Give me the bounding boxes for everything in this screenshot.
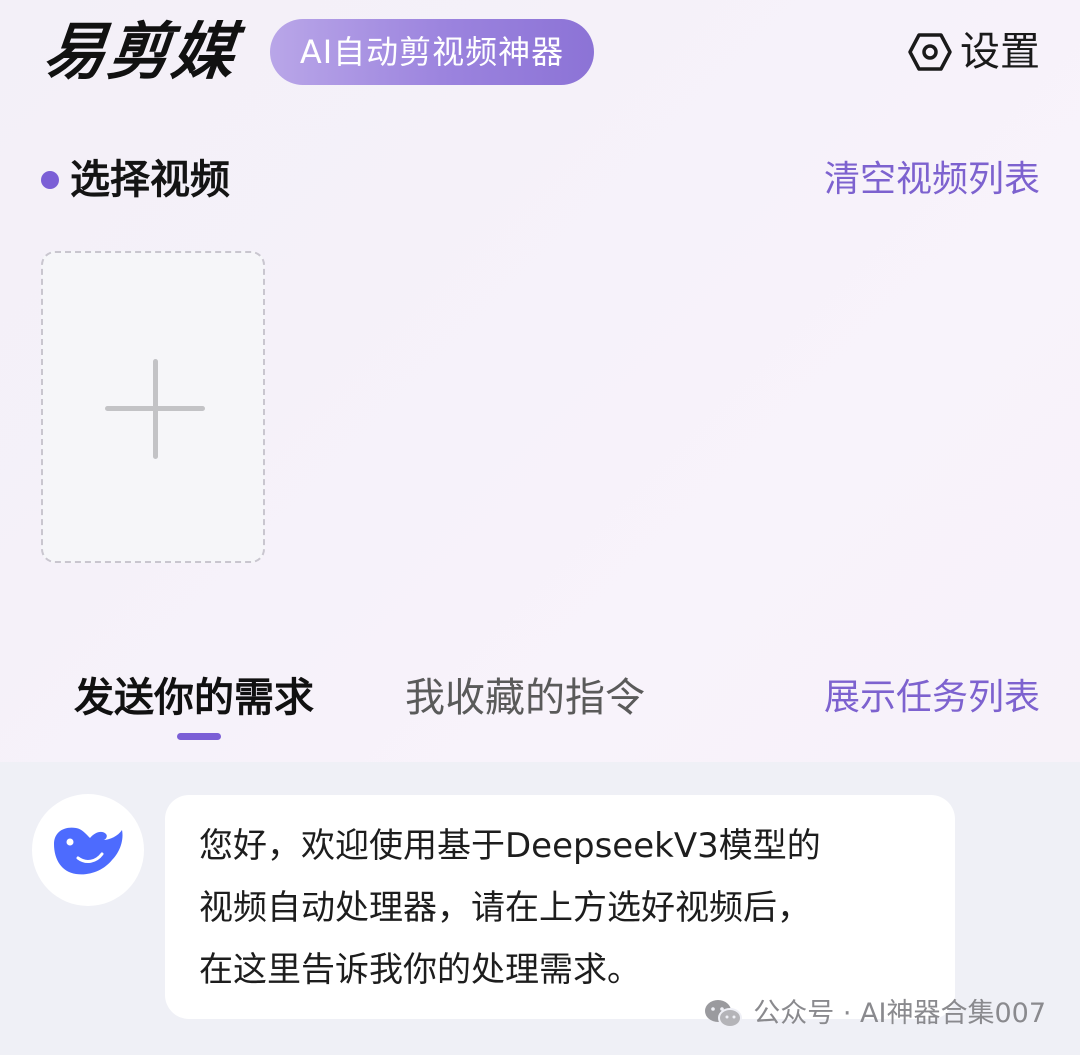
section-title: 选择视频 [70,157,230,203]
settings-button[interactable]: 设置 [908,22,1040,82]
tab-bar: 发送你的需求 我收藏的指令 展示任务列表 [0,666,1080,762]
app-screen: 易剪媒 AI自动剪视频神器 设置 选择视频 清空视频列表 发送你的需求 我收藏的… [0,0,1080,1055]
message-line: 您好，欢迎使用基于DeepseekV3模型的 [199,826,821,866]
select-video-header: 选择视频 清空视频列表 [0,148,1080,212]
wechat-icon [705,1000,743,1028]
watermark: 公众号 · AI神器合集007 [703,994,1046,1034]
tab-send-request[interactable]: 发送你的需求 [74,666,314,730]
chat-area: 您好，欢迎使用基于DeepseekV3模型的 视频自动处理器，请在上方选好视频后… [0,762,1080,1055]
avatar [32,794,144,906]
app-logo: 易剪媒 [40,15,240,88]
clear-video-list-link[interactable]: 清空视频列表 [824,148,1040,212]
plus-icon-horizontal [105,406,205,411]
header: 易剪媒 AI自动剪视频神器 设置 [0,0,1080,110]
settings-hexagon-icon [908,33,952,71]
assistant-message-bubble: 您好，欢迎使用基于DeepseekV3模型的 视频自动处理器，请在上方选好视频后… [165,795,955,1019]
message-line: 视频自动处理器，请在上方选好视频后， [199,888,811,928]
deepseek-whale-icon [54,827,123,875]
settings-label: 设置 [960,29,1040,75]
tagline-badge: AI自动剪视频神器 [270,19,594,85]
add-video-button[interactable] [41,251,265,563]
tab-saved-commands[interactable]: 我收藏的指令 [405,666,645,730]
watermark-text: 公众号 · AI神器合集007 [753,998,1046,1029]
show-task-list-link[interactable]: 展示任务列表 [824,666,1040,730]
section-bullet [41,171,59,189]
message-line: 在这里告诉我你的处理需求。 [199,950,641,990]
active-tab-indicator [177,733,221,740]
